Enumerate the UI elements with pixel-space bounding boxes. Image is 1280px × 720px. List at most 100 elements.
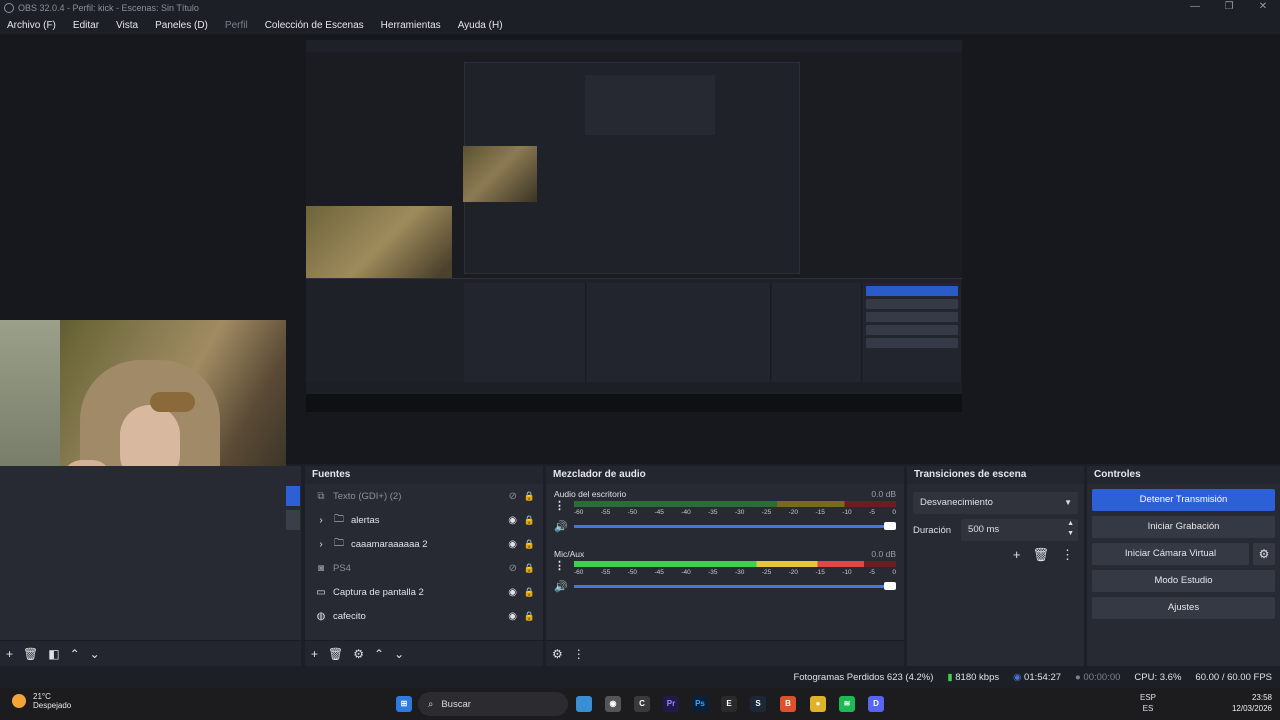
meter-tick: -50 — [627, 509, 638, 516]
window-title: OBS 32.0.4 - Perfil: kick - Escenas: Sin… — [18, 3, 199, 13]
source-label: cafecito — [333, 610, 366, 622]
scene-item[interactable] — [286, 510, 300, 530]
volume-slider[interactable] — [574, 581, 896, 590]
remove-source-icon[interactable]: 🗑 — [328, 647, 343, 661]
eye-icon[interactable]: ◉ — [508, 611, 517, 622]
eye-icon[interactable]: ◉ — [508, 539, 517, 550]
epic-games-icon[interactable]: E — [721, 696, 737, 712]
meter-ticks: -60 -55 -50 -45 -40 -35 -30 -25 -20 -15 -10 -5 0 — [574, 509, 896, 517]
spotify-icon[interactable]: ≋ — [839, 696, 855, 712]
close-button[interactable]: ✕ — [1246, 0, 1280, 14]
kebab-menu-icon[interactable]: ⋮ — [554, 499, 565, 512]
spinner-icon[interactable]: ▲ ▼ — [1067, 519, 1074, 539]
kebab-menu-icon[interactable]: ⋮ — [573, 647, 585, 661]
discord-icon[interactable]: D — [868, 696, 884, 712]
maximize-button[interactable]: ❐ — [1212, 0, 1246, 14]
premiere-icon[interactable]: Pr — [663, 696, 679, 712]
capcut-icon[interactable]: C — [634, 696, 650, 712]
app-icon[interactable] — [576, 696, 592, 712]
remove-transition-icon[interactable]: 🗑 — [1032, 547, 1049, 563]
chevron-right-icon[interactable]: › — [315, 539, 327, 550]
source-label: Captura de pantalla 2 — [333, 586, 424, 598]
studio-mode-button[interactable]: Modo Estudio — [1092, 570, 1275, 592]
clock[interactable]: 23:58 12/03/2026 — [1232, 692, 1272, 714]
mixer-title: Mezclador de audio — [546, 466, 904, 484]
start-button[interactable]: ⊞ — [396, 696, 412, 712]
lock-icon[interactable]: 🔒 — [524, 491, 535, 502]
photoshop-icon[interactable]: Ps — [692, 696, 708, 712]
menu-tools[interactable]: Herramientas — [381, 20, 441, 31]
move-down-icon[interactable]: ⌄ — [90, 647, 100, 661]
source-item[interactable]: ▭ Captura de pantalla 2 ◉ 🔒 — [305, 580, 543, 604]
volume-slider[interactable] — [574, 521, 896, 530]
add-scene-icon[interactable]: + — [6, 647, 13, 661]
controls-title: Controles — [1087, 466, 1280, 484]
remove-scene-icon[interactable]: 🗑 — [23, 647, 38, 661]
stop-stream-button[interactable]: Detener Transmisión — [1092, 489, 1275, 511]
add-source-icon[interactable]: + — [311, 647, 318, 661]
gear-icon[interactable]: ⚙ — [1253, 543, 1275, 565]
source-label: Texto (GDI+) (2) — [333, 490, 402, 502]
move-up-icon[interactable]: ⌃ — [70, 647, 80, 661]
advanced-audio-icon[interactable]: ⚙ — [552, 647, 563, 661]
steam-icon[interactable]: S — [750, 696, 766, 712]
source-item[interactable]: › 🗀 caaamaraaaaaa 2 ◉ 🔒 — [305, 532, 543, 556]
language-indicator[interactable]: ESP ES — [1140, 692, 1156, 714]
folder-icon: 🗀 — [334, 513, 344, 525]
source-item[interactable]: ◙ PS4 ⊘ 🔒 — [305, 556, 543, 580]
lock-icon[interactable]: 🔒 — [524, 515, 535, 526]
minimize-button[interactable]: — — [1178, 0, 1212, 14]
audio-mixer-dock: Mezclador de audio Audio del escritorio … — [546, 466, 904, 666]
menu-file[interactable]: Archivo (F) — [7, 20, 56, 31]
stream-time-value: 01:54:27 — [1024, 671, 1062, 683]
eye-icon[interactable]: ◉ — [508, 587, 517, 598]
weather-widget[interactable]: 21°C Despejado — [12, 692, 71, 710]
eye-hidden-icon[interactable]: ⊘ — [509, 563, 517, 574]
chevron-right-icon[interactable]: › — [315, 515, 327, 526]
menu-help[interactable]: Ayuda (H) — [458, 20, 503, 31]
source-item[interactable]: ◍ cafecito ◉ 🔒 — [305, 604, 543, 628]
scene-selected-indicator — [286, 486, 300, 506]
start-virtual-cam-button[interactable]: Iniciar Cámara Virtual — [1092, 543, 1249, 565]
start-recording-button[interactable]: Iniciar Grabación — [1092, 516, 1275, 538]
eye-hidden-icon[interactable]: ⊘ — [509, 491, 517, 502]
kebab-menu-icon[interactable]: ⋮ — [554, 559, 565, 572]
obs-taskbar-icon[interactable]: ◉ — [605, 696, 621, 712]
title-bar: OBS 32.0.4 - Perfil: kick - Escenas: Sin… — [0, 0, 1280, 16]
kebab-menu-icon[interactable]: ⋮ — [1061, 547, 1074, 563]
brave-icon[interactable]: B — [780, 696, 796, 712]
lock-icon[interactable]: 🔒 — [524, 587, 535, 598]
lock-icon[interactable]: 🔒 — [524, 563, 535, 574]
meter-tick: -45 — [654, 569, 664, 576]
virtual-cam-row: Iniciar Cámara Virtual ⚙ — [1092, 543, 1275, 565]
taskbar-search[interactable]: ⌕ Buscar — [418, 692, 568, 716]
volume-meter — [574, 501, 896, 507]
move-down-icon[interactable]: ⌄ — [394, 647, 404, 661]
speaker-icon[interactable]: 🔊 — [554, 580, 574, 593]
transitions-dock: Transiciones de escena Desvanecimiento ▼… — [907, 466, 1084, 666]
move-up-icon[interactable]: ⌃ — [374, 647, 384, 661]
filter-icon[interactable]: ◧ — [48, 647, 59, 661]
chrome-icon[interactable]: ● — [810, 696, 826, 712]
eye-icon[interactable]: ◉ — [508, 515, 517, 526]
source-properties-icon[interactable]: ⚙ — [353, 647, 364, 661]
menu-scene-collection[interactable]: Colección de Escenas — [265, 20, 364, 31]
source-item[interactable]: › 🗀 alertas ◉ 🔒 — [305, 508, 543, 532]
transition-select[interactable]: Desvanecimiento ▼ — [913, 492, 1078, 514]
speaker-icon[interactable]: 🔊 — [554, 520, 574, 533]
stream-time: ◉ 01:54:27 — [1013, 672, 1061, 683]
source-item[interactable]: ⧉ Texto (GDI+) (2) ⊘ 🔒 — [305, 484, 543, 508]
settings-button[interactable]: Ajustes — [1092, 597, 1275, 619]
menu-profile[interactable]: Perfil — [225, 20, 248, 31]
add-transition-icon[interactable]: + — [1013, 547, 1021, 563]
source-label: alertas — [351, 514, 380, 526]
nested-taskbar — [306, 394, 962, 412]
lock-icon[interactable]: 🔒 — [524, 611, 535, 622]
scenes-dock: + 🗑 ◧ ⌃ ⌄ — [0, 466, 301, 666]
time: 23:58 — [1251, 693, 1272, 702]
menu-edit[interactable]: Editar — [73, 20, 99, 31]
lock-icon[interactable]: 🔒 — [524, 539, 535, 550]
duration-input[interactable]: 500 ms ▲ ▼ — [961, 519, 1078, 541]
menu-docks[interactable]: Paneles (D) — [155, 20, 208, 31]
menu-view[interactable]: Vista — [116, 20, 138, 31]
